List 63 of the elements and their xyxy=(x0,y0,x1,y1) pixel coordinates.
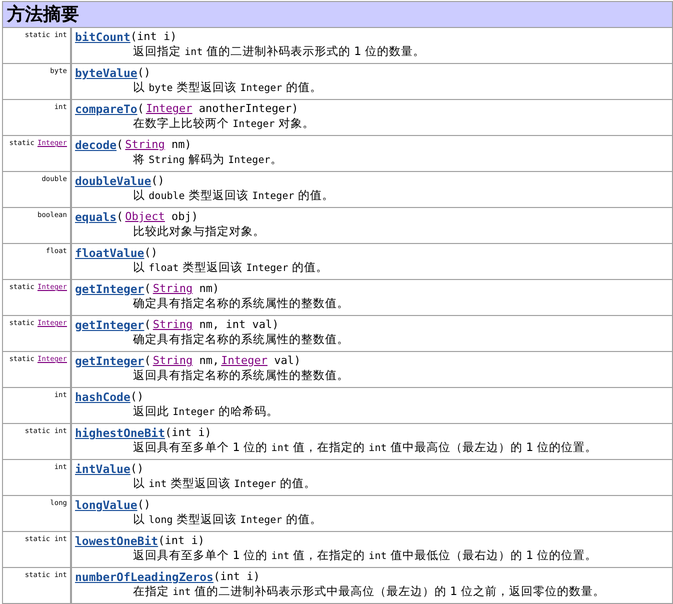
signature-text: ( xyxy=(116,210,124,224)
method-description: 确定具有指定名称的系统属性的整数值。 xyxy=(132,332,349,347)
type-link[interactable]: String xyxy=(152,282,193,296)
signature-text: (int i) xyxy=(213,570,260,584)
method-link[interactable]: lowestOneBit xyxy=(75,534,158,548)
signature-text: ( xyxy=(144,354,151,368)
method-link[interactable]: equals xyxy=(75,210,117,224)
method-link[interactable]: byteValue xyxy=(75,66,138,80)
method-description: 在数字上比较两个 Integer 对象。 xyxy=(132,116,314,132)
type-link[interactable]: Integer xyxy=(146,102,192,116)
type-link[interactable]: String xyxy=(152,318,193,332)
method-description: 以 float 类型返回该 Integer 的值。 xyxy=(132,260,328,276)
method-description: 以 double 类型返回该 Integer 的值。 xyxy=(132,188,334,204)
method-link[interactable]: hashCode xyxy=(75,390,130,404)
type-link[interactable]: String xyxy=(152,354,193,368)
signature-text: () xyxy=(130,390,144,404)
section-title: 方法摘要 xyxy=(3,2,672,28)
method-link[interactable]: doubleValue xyxy=(75,174,152,188)
method-link[interactable]: compareTo xyxy=(75,102,138,116)
signature-text: () xyxy=(144,246,158,260)
signature-text: () xyxy=(137,66,151,80)
method-link[interactable]: getInteger xyxy=(75,318,144,332)
signature-text: nm, xyxy=(198,354,220,368)
method-description: 确定具有指定名称的系统属性的整数值。 xyxy=(132,296,349,311)
method-link[interactable]: getInteger xyxy=(75,354,144,368)
method-link[interactable]: highestOneBit xyxy=(75,426,166,440)
method-link[interactable]: decode xyxy=(75,138,117,152)
signature-text: (int i) xyxy=(158,534,204,548)
method-description: 以 byte 类型返回该 Integer 的值。 xyxy=(132,80,322,96)
signature-text: (int i) xyxy=(165,426,212,440)
method-link[interactable]: bitCount xyxy=(75,30,130,44)
method-description: 比较此对象与指定对象。 xyxy=(132,224,265,239)
signature-text: ( xyxy=(144,282,151,296)
method-description: 以 int 类型返回该 Integer 的值。 xyxy=(132,476,316,492)
signature-text: val) xyxy=(273,354,301,368)
signature-text: anotherInteger) xyxy=(198,102,298,116)
signature-text: nm) xyxy=(170,138,192,152)
method-description: 以 long 类型返回该 Integer 的值。 xyxy=(132,512,322,528)
type-link[interactable]: Object xyxy=(125,210,165,224)
method-link[interactable]: getInteger xyxy=(75,282,144,296)
signature-text: ( xyxy=(137,102,144,116)
signature-text: ( xyxy=(116,138,124,152)
signature-text: (int i) xyxy=(130,30,177,44)
method-description: 返回此 Integer 的哈希码。 xyxy=(132,404,278,420)
method-link[interactable]: intValue xyxy=(75,462,130,476)
signature-text: () xyxy=(151,174,164,188)
method-description: 在指定 int 值的二进制补码表示形式中最高位（最左边）的 1 位之前，返回零位的数量。 xyxy=(132,584,606,600)
signature-text: ( xyxy=(144,318,151,332)
method-description: 返回具有指定名称的系统属性的整数值。 xyxy=(132,368,349,383)
method-description: 返回具有至多单个 1 位的 int 值，在指定的 int 值中最高位（最左边）的 1 位的位置。 xyxy=(132,440,598,456)
method-description: 将 String 解码为 Integer。 xyxy=(132,152,282,168)
method-description: 返回指定 int 值的二进制补码表示形式的 1 位的数量。 xyxy=(132,44,426,60)
method-link[interactable]: longValue xyxy=(75,498,138,512)
method-description: 返回具有至多单个 1 位的 int 值，在指定的 int 值中最低位（最右边）的 1 位的位置。 xyxy=(132,548,598,564)
method-link[interactable]: floatValue xyxy=(75,246,144,260)
type-link[interactable]: Integer xyxy=(221,354,268,368)
type-link[interactable]: String xyxy=(125,138,165,152)
signature-text: obj) xyxy=(170,210,198,224)
signature-text: () xyxy=(130,462,144,476)
method-link[interactable]: numberOfLeadingZeros xyxy=(75,570,214,584)
signature-text: nm, int val) xyxy=(198,318,279,332)
signature-text: () xyxy=(137,498,151,512)
signature-text: nm) xyxy=(198,282,220,296)
